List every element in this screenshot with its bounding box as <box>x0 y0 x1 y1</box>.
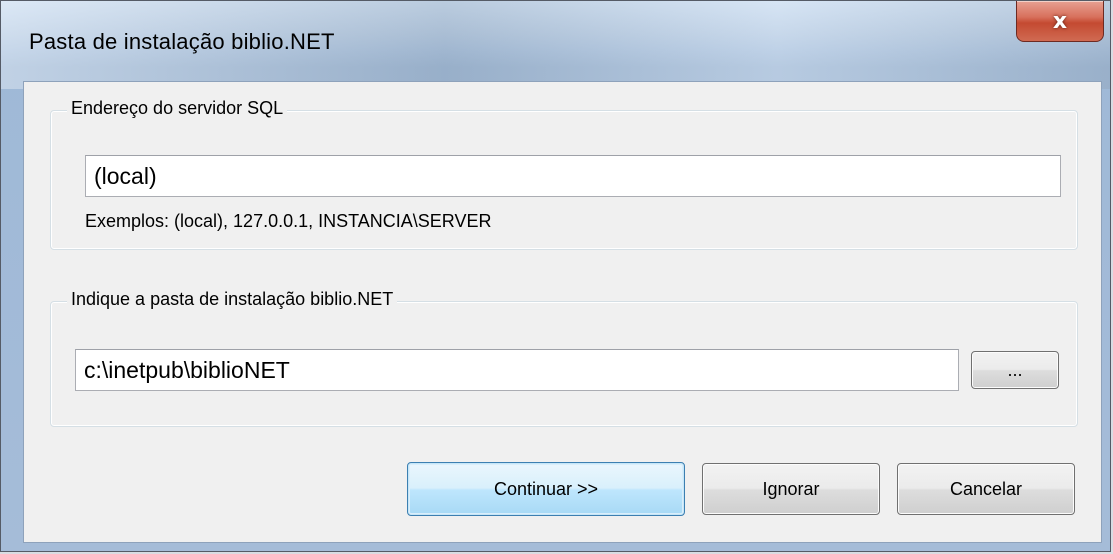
sql-server-input[interactable]: (local) <box>85 155 1061 197</box>
window-title: Pasta de instalação biblio.NET <box>29 29 335 54</box>
cancel-button[interactable]: Cancelar <box>897 463 1075 515</box>
continue-button-label: Continuar >> <box>493 478 599 499</box>
sql-server-group: Endereço do servidor SQL (local) Exemplo… <box>50 98 1078 250</box>
browse-button[interactable]: ... <box>971 351 1059 389</box>
cancel-button-label: Cancelar <box>949 478 1023 499</box>
ignore-button-label: Ignorar <box>762 478 820 499</box>
browse-button-label: ... <box>1007 359 1023 380</box>
close-icon: x <box>1052 8 1068 34</box>
ignore-button[interactable]: Ignorar <box>702 463 880 515</box>
install-folder-group-label: Indique a pasta de instalação biblio.NET <box>67 289 398 310</box>
install-folder-group: Indique a pasta de instalação biblio.NET… <box>50 289 1078 427</box>
sql-server-group-label: Endereço do servidor SQL <box>67 98 288 119</box>
install-folder-input[interactable]: c:\inetpub\biblioNET <box>75 349 959 391</box>
title-bar[interactable]: Pasta de instalação biblio.NET x <box>1 1 1110 81</box>
continue-button[interactable]: Continuar >> <box>407 462 685 516</box>
sql-server-examples: Exemplos: (local), 127.0.0.1, INSTANCIA\… <box>85 211 492 231</box>
dialog-client-area: Endereço do servidor SQL (local) Exemplo… <box>23 81 1102 543</box>
close-button[interactable]: x <box>1016 1 1104 42</box>
dialog-window: Pasta de instalação biblio.NET x Endereç… <box>0 0 1111 552</box>
